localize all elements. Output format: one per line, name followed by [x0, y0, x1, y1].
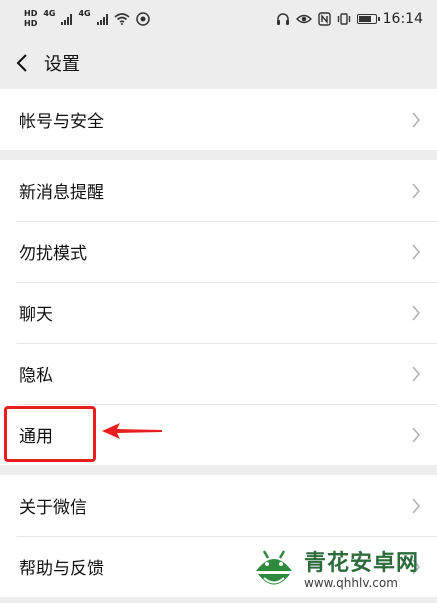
watermark-url: www.qhhlv.com: [304, 576, 398, 590]
settings-item-label: 勿扰模式: [19, 244, 87, 264]
sim2-label: HD: [24, 19, 38, 28]
headset-icon: [276, 13, 289, 25]
settings-item-label: 帮助与反馈: [19, 559, 104, 579]
status-left: HD HD 4G 4G: [24, 10, 150, 28]
settings-item-about-wechat[interactable]: 关于微信: [0, 475, 437, 536]
chevron-right-icon: [412, 304, 421, 321]
network2-label: 4G: [78, 9, 91, 18]
chevron-right-icon: [412, 497, 421, 514]
android-logo-icon: [256, 550, 292, 585]
signal-icon: [61, 13, 73, 25]
network1-label: 4G: [43, 9, 56, 18]
chevron-right-icon: [412, 111, 421, 128]
settings-item-chat[interactable]: 聊天: [0, 282, 437, 343]
highlight-box: [4, 406, 96, 462]
chevron-right-icon: [412, 365, 421, 382]
battery-icon: [356, 14, 380, 24]
chevron-right-icon: [412, 243, 421, 260]
wifi-icon: [114, 13, 130, 25]
settings-item-label: 关于微信: [19, 498, 87, 518]
page-title: 设置: [44, 54, 80, 75]
chevron-right-icon: [412, 426, 421, 443]
vibrate-icon: [337, 13, 350, 25]
eye-comfort-icon: [295, 14, 312, 24]
settings-item-new-message-notifications[interactable]: 新消息提醒: [0, 160, 437, 221]
settings-item-label: 聊天: [19, 305, 53, 325]
chevron-left-icon: [16, 54, 27, 72]
settings-item-label: 帐号与安全: [19, 112, 104, 132]
nfc-icon: [317, 12, 331, 26]
watermark-brand: 青花安卓网: [304, 551, 420, 576]
status-time: 16:14: [382, 11, 423, 27]
back-button[interactable]: [12, 48, 32, 78]
chevron-right-icon: [412, 182, 421, 199]
sim1-label: HD: [24, 9, 38, 18]
app-notification-icon: [135, 12, 150, 26]
settings-item-privacy[interactable]: 隐私: [0, 343, 437, 404]
settings-group-account: 帐号与安全: [0, 89, 437, 150]
settings-item-label: 隐私: [19, 366, 53, 386]
title-bar: 设置: [0, 38, 437, 88]
pointer-arrow-icon: [102, 423, 162, 439]
settings-item-do-not-disturb[interactable]: 勿扰模式: [0, 221, 437, 282]
settings-item-account-security[interactable]: 帐号与安全: [0, 89, 437, 150]
watermark: 青花安卓网 www.qhhlv.com: [250, 545, 419, 597]
status-bar: HD HD 4G 4G 16:14: [0, 0, 437, 38]
status-right: 16:14: [276, 11, 423, 27]
settings-item-label: 新消息提醒: [19, 183, 104, 203]
signal-icon: [96, 13, 108, 25]
